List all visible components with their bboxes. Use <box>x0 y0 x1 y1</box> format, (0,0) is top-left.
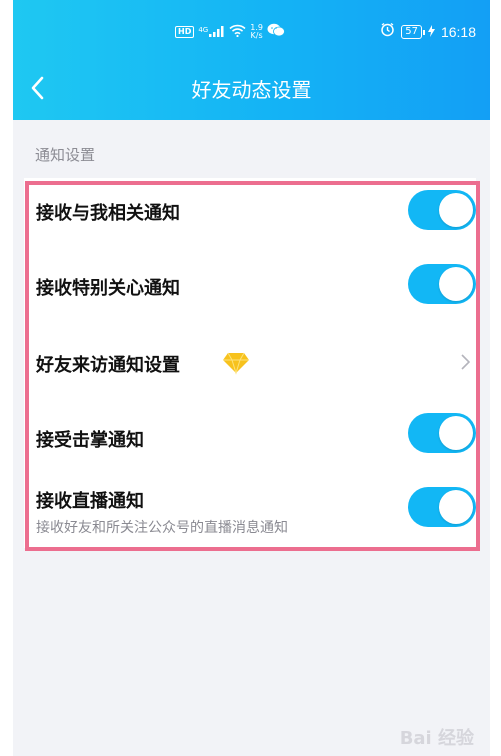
status-time: 16:18 <box>440 23 476 40</box>
status-right: 57 16:18 <box>380 22 476 41</box>
speed-unit: K/s <box>250 30 263 40</box>
nav-bar: 好友动态设置 <box>13 64 490 112</box>
charging-icon <box>427 22 435 41</box>
header: HD 4G 1.9 K/s 57 16:18 好友动态设置 <box>13 0 490 120</box>
wifi-icon <box>229 22 246 41</box>
wechat-icon <box>267 22 285 41</box>
section-title: 通知设置 <box>35 146 96 164</box>
hd-badge: HD <box>175 25 195 38</box>
status-left: HD 4G 1.9 K/s <box>175 22 285 41</box>
network-speed: 1.9 K/s <box>250 23 263 40</box>
app-screen: HD 4G 1.9 K/s 57 16:18 好友动态设置 通知设置 接收与我相… <box>13 0 490 756</box>
battery-indicator: 57 <box>401 24 425 39</box>
highlight-frame <box>25 181 480 551</box>
watermark: Bai 经验 <box>399 728 474 749</box>
signal-icon: 4G <box>198 26 225 37</box>
alarm-icon <box>380 22 395 41</box>
network-type: 4G <box>198 26 209 34</box>
status-bar: HD 4G 1.9 K/s 57 16:18 <box>13 0 490 64</box>
page-title: 好友动态设置 <box>191 78 312 102</box>
